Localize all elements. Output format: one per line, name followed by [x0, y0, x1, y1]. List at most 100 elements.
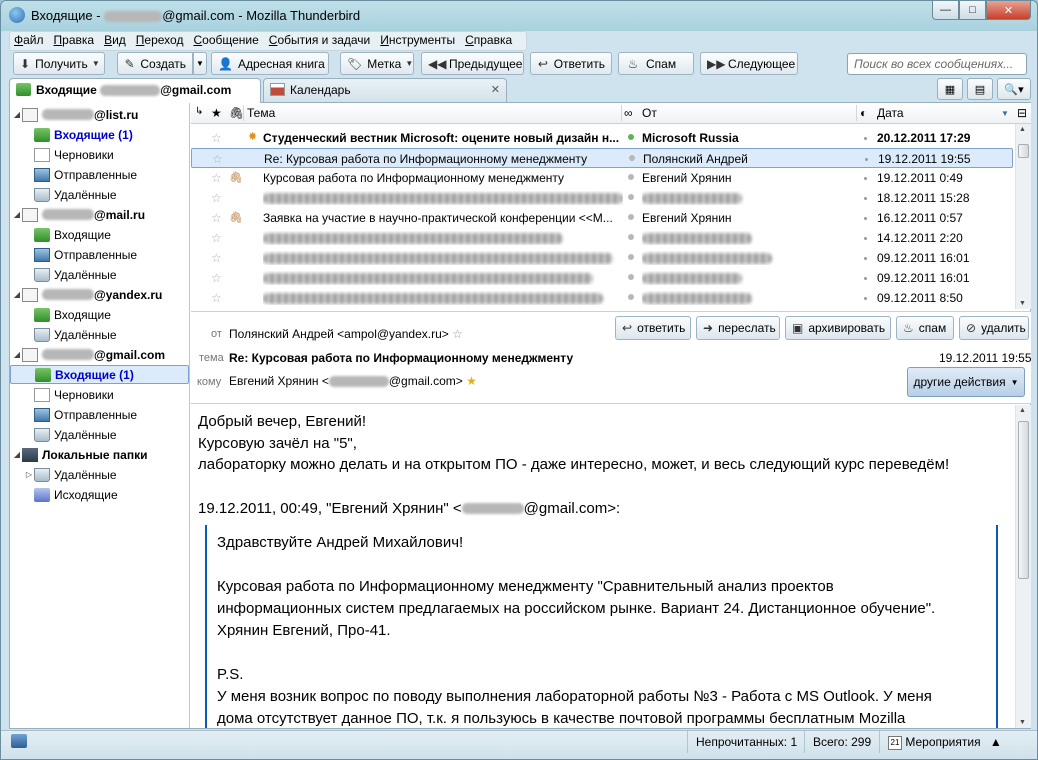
get-mail-button[interactable]: ⬇ Получить ▼ — [13, 52, 105, 75]
junk-status-dot[interactable] — [864, 237, 867, 240]
folder-item[interactable]: Удалённые — [10, 265, 189, 284]
to-value[interactable]: Евгений Хрянин < @gmail.com> ★ — [229, 374, 477, 388]
expand-twisty-icon[interactable]: ◢ — [12, 450, 22, 459]
folder-item[interactable]: Входящие (1) — [10, 125, 189, 144]
folder-item[interactable]: Черновики — [10, 385, 189, 404]
spam-button[interactable]: ♨ Спам — [618, 52, 694, 75]
menu-message[interactable]: Сообщение — [188, 32, 263, 50]
folder-account[interactable]: ◢ @yandex.ru — [10, 285, 189, 304]
scroll-up-icon[interactable]: ▲ — [1019, 126, 1026, 133]
from-address[interactable]: Полянский Андрей <ampol@yandex.ru> — [229, 327, 449, 341]
read-status-dot[interactable] — [628, 234, 634, 240]
spam-action-button[interactable]: ♨ спам — [896, 316, 954, 340]
junk-status-dot[interactable] — [864, 257, 867, 260]
star-outline-icon[interactable]: ☆ — [211, 231, 222, 245]
message-row[interactable]: ☆ ✸ Студенческий вестник Microsoft: оценит… — [191, 128, 1013, 148]
layout-grid-icon[interactable]: ▦ — [937, 78, 963, 100]
star-outline-icon[interactable]: ☆ — [211, 251, 222, 265]
folder-item[interactable]: Отправленные — [10, 245, 189, 264]
read-status-dot[interactable] — [628, 294, 634, 300]
menu-file[interactable]: Файл — [9, 32, 49, 50]
folder-item[interactable]: Удалённые — [10, 425, 189, 444]
folder-item[interactable]: Черновики — [10, 145, 189, 164]
read-status-dot[interactable] — [628, 274, 634, 280]
folder-item[interactable]: Входящие — [10, 305, 189, 324]
read-status-dot[interactable] — [628, 134, 634, 140]
junk-column-icon[interactable]: ◐ — [860, 106, 867, 120]
menu-view[interactable]: Вид — [99, 32, 131, 50]
star-outline-icon[interactable]: ☆ — [211, 291, 222, 305]
message-row[interactable]: ☆ 🖇 Курсовая работа по Информационному мен… — [191, 168, 1013, 188]
menu-tools[interactable]: Инструменты — [375, 32, 460, 50]
close-button[interactable]: ✕ — [986, 1, 1031, 20]
junk-status-dot[interactable] — [864, 197, 867, 200]
address-book-button[interactable]: 👤 Адресная книга — [211, 52, 329, 75]
read-status-dot[interactable] — [628, 254, 634, 260]
junk-status-dot[interactable] — [864, 297, 867, 300]
message-row[interactable]: ☆ 🖇 Заявка на участие в научно-практическо… — [191, 208, 1013, 228]
folder-account[interactable]: ◢ Локальные папки — [10, 445, 189, 464]
events-pane-toggle[interactable]: 21 Мероприятия ▲ — [879, 731, 1017, 753]
star-outline-icon[interactable]: ☆ — [452, 327, 463, 341]
folder-item[interactable]: Отправленные — [10, 405, 189, 424]
menu-events-tasks[interactable]: События и задачи — [264, 32, 375, 50]
junk-status-dot[interactable] — [864, 177, 867, 180]
previous-button[interactable]: ◀◀ Предыдущее — [421, 52, 524, 75]
compose-dropdown[interactable]: ▼ — [193, 52, 207, 75]
folder-account[interactable]: ◢ @list.ru — [10, 105, 189, 124]
archive-action-button[interactable]: ▣ архивировать — [785, 316, 891, 340]
column-picker-icon[interactable]: ⊟ — [1017, 106, 1027, 120]
junk-status-dot[interactable] — [864, 217, 867, 220]
minimize-button[interactable]: — — [932, 1, 959, 20]
folder-account[interactable]: ◢ @gmail.com — [10, 345, 189, 364]
tag-button[interactable]: 🏷 Метка ▼ — [340, 52, 414, 75]
message-row[interactable]: ☆ 09.12.2011 16:01 — [191, 268, 1013, 288]
to-address-prefix[interactable]: Евгений Хрянин < — [229, 374, 329, 388]
message-row[interactable]: ☆ Re: Курсовая работа по Информационному … — [191, 148, 1013, 168]
reply-button[interactable]: ↩ Ответить — [530, 52, 612, 75]
folder-item[interactable]: Исходящие — [10, 485, 189, 504]
tasks-clipboard-icon[interactable]: ▤ — [967, 78, 993, 100]
junk-status-dot[interactable] — [864, 137, 867, 140]
star-outline-icon[interactable]: ☆ — [211, 191, 222, 205]
expand-twisty-icon[interactable]: ◢ — [12, 210, 22, 219]
menu-edit[interactable]: Правка — [49, 32, 100, 50]
from-value[interactable]: Полянский Андрей <ampol@yandex.ru> ☆ — [229, 327, 463, 341]
scroll-down-icon[interactable]: ▼ — [1019, 719, 1026, 726]
scrollbar-thumb[interactable] — [1018, 144, 1029, 158]
collapsed-twisty-icon[interactable]: ▷ — [24, 470, 34, 479]
forward-action-button[interactable]: ➜ переслать — [696, 316, 780, 340]
column-date[interactable]: Дата — [877, 106, 904, 120]
next-button[interactable]: ▶▶ Следующее — [700, 52, 798, 75]
scrollbar-thumb[interactable] — [1018, 421, 1029, 579]
quick-search-menu-icon[interactable]: 🔍▾ — [997, 78, 1031, 100]
star-outline-icon[interactable]: ☆ — [211, 131, 222, 145]
folder-item[interactable]: Входящие (1) — [10, 365, 189, 384]
compose-button[interactable]: ✎ Создать — [117, 52, 193, 75]
delete-action-button[interactable]: ⊘ удалить — [959, 316, 1029, 340]
star-column-icon[interactable]: ★ — [211, 106, 222, 120]
body-scrollbar[interactable]: ▲ ▼ — [1015, 405, 1031, 728]
star-outline-icon[interactable]: ☆ — [211, 271, 222, 285]
read-status-dot[interactable] — [628, 194, 634, 200]
thread-column-icon[interactable]: ↳ — [195, 106, 203, 117]
scroll-up-icon[interactable]: ▲ — [1019, 407, 1026, 414]
expand-twisty-icon[interactable]: ◢ — [12, 110, 22, 119]
message-row[interactable]: ☆ 09.12.2011 16:01 — [191, 248, 1013, 268]
star-outline-icon[interactable]: ☆ — [211, 211, 222, 225]
thread-scrollbar[interactable]: ▲ ▼ — [1015, 124, 1031, 309]
attachment-column-icon[interactable]: 🖇 — [229, 106, 244, 120]
column-subject[interactable]: Тема — [247, 106, 275, 120]
to-address-suffix[interactable]: @gmail.com> — [389, 374, 463, 388]
folder-item[interactable]: ▷ Удалённые — [10, 465, 189, 484]
expand-twisty-icon[interactable]: ◢ — [12, 350, 22, 359]
message-row[interactable]: ☆ 18.12.2011 15:28 — [191, 188, 1013, 208]
maximize-button[interactable]: □ — [959, 1, 986, 20]
read-status-dot[interactable] — [628, 174, 634, 180]
column-from[interactable]: От — [642, 106, 657, 120]
tab-inbox[interactable]: Входящие @gmail.com — [9, 78, 261, 103]
folder-item[interactable]: Удалённые — [10, 185, 189, 204]
online-status-icon[interactable] — [11, 734, 27, 748]
other-actions-button[interactable]: другие действия ▼ — [907, 367, 1025, 397]
tab-calendar[interactable]: Календарь ✕ — [263, 78, 507, 102]
